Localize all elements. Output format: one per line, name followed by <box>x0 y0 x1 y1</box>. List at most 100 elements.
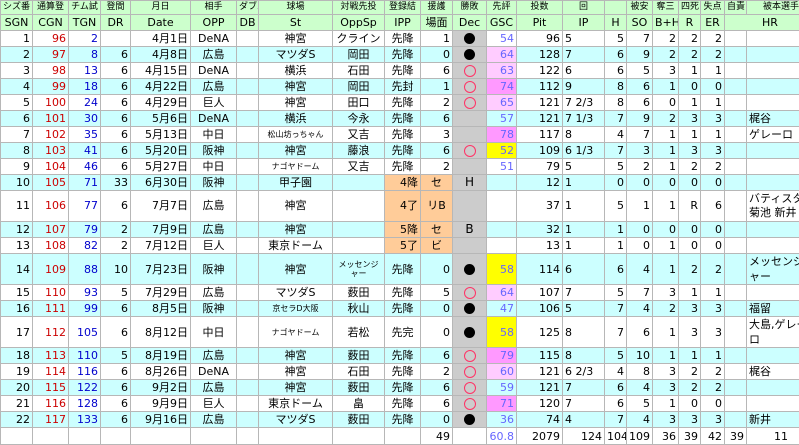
cell-date: 7月9日 <box>131 222 191 238</box>
cell-blank <box>725 175 747 191</box>
cell-dr: 6 <box>101 95 131 111</box>
cell-oppsp <box>333 238 385 254</box>
cell-h: 5 <box>605 159 627 175</box>
header-top-cell: 相手 <box>191 1 237 15</box>
header-cell: H <box>605 15 627 31</box>
header-top-cell: 勝敗 <box>453 1 487 15</box>
cell-dr: 6 <box>101 317 131 348</box>
cell-sgn: 16 <box>1 301 33 317</box>
cell-pit: 125 <box>517 317 563 348</box>
cell-st: 甲子園 <box>259 175 333 191</box>
cell-tgn: 93 <box>69 285 101 301</box>
cell-cgn: 110 <box>33 285 69 301</box>
cell-pit: 115 <box>517 348 563 364</box>
cell-sgn: 21 <box>1 396 33 412</box>
cell-dr: 6 <box>101 127 131 143</box>
cell-oppsp: 又吉 <box>333 159 385 175</box>
cell-tgn: 24 <box>69 95 101 111</box>
cell-bh: 2 <box>653 47 679 63</box>
cell-ipp: 先降 <box>385 301 421 317</box>
cell-sgn: 18 <box>1 348 33 364</box>
cell-er: 2 <box>701 31 725 47</box>
cell-ba: 2 <box>421 159 453 175</box>
cell-sgn: 3 <box>1 63 33 79</box>
cell-h: 1 <box>605 222 627 238</box>
cell-opp: 広島 <box>191 412 237 428</box>
cell-opp: 広島 <box>191 348 237 364</box>
cell-ba: ビ <box>421 238 453 254</box>
cell-opp: 巨人 <box>191 396 237 412</box>
cell-r: 3 <box>679 317 701 348</box>
cell-hr: 新井 <box>747 412 799 428</box>
cell-sgn: 7 <box>1 127 33 143</box>
cell-st: 神宮 <box>259 380 333 396</box>
loss-dot-icon <box>464 327 475 338</box>
cell-tgn: 71 <box>69 175 101 191</box>
cell-sgn: 2 <box>1 47 33 63</box>
cell-oppsp: 石田 <box>333 63 385 79</box>
cell-so: 6 <box>627 317 653 348</box>
cell-cgn: 115 <box>33 380 69 396</box>
cell-db <box>237 254 259 285</box>
cell-gsc: 59 <box>487 380 517 396</box>
cell-hr <box>747 238 799 254</box>
cell-date: 5月20日 <box>131 143 191 159</box>
cell-cgn: 99 <box>33 79 69 95</box>
loss-dot-icon <box>464 49 475 60</box>
cell-ipp: 先降 <box>385 63 421 79</box>
header-top-cell: 通算登 <box>33 1 69 15</box>
total-cell: 2079 <box>517 428 563 445</box>
header-cell: IPP <box>385 15 421 31</box>
loss-dot-icon <box>464 264 475 275</box>
cell-sgn: 4 <box>1 79 33 95</box>
cell-cgn: 96 <box>33 31 69 47</box>
total-cell <box>131 428 191 445</box>
cell-er: 1 <box>701 285 725 301</box>
cell-opp: DeNA <box>191 63 237 79</box>
cell-date: 7月12日 <box>131 238 191 254</box>
cell-hr <box>747 222 799 238</box>
decision-cell <box>453 191 487 222</box>
cell-er: 0 <box>701 175 725 191</box>
cell-cgn: 106 <box>33 191 69 222</box>
cell-date: 4月8日 <box>131 47 191 63</box>
cell-blank <box>725 380 747 396</box>
cell-dr: 6 <box>101 364 131 380</box>
cell-ipp: 先降 <box>385 159 421 175</box>
cell-opp: 広島 <box>191 222 237 238</box>
cell-r: 2 <box>679 380 701 396</box>
cell-bh: 1 <box>653 191 679 222</box>
cell-r: 1 <box>679 348 701 364</box>
cell-blank <box>725 95 747 111</box>
total-cell <box>1 428 33 445</box>
cell-cgn: 107 <box>33 222 69 238</box>
cell-bh: 2 <box>653 31 679 47</box>
cell-hr <box>747 159 799 175</box>
cell-ipp: 先降 <box>385 143 421 159</box>
cell-so: 9 <box>627 111 653 127</box>
cell-r: 0 <box>679 238 701 254</box>
cell-so: 1 <box>627 191 653 222</box>
cell-r: 2 <box>679 254 701 285</box>
cell-pit: 121 <box>517 95 563 111</box>
cell-db <box>237 127 259 143</box>
cell-ba: 6 <box>421 348 453 364</box>
cell-opp: 阪神 <box>191 175 237 191</box>
cell-sgn: 13 <box>1 238 33 254</box>
cell-r: 1 <box>679 127 701 143</box>
cell-h: 7 <box>605 412 627 428</box>
cell-er: 1 <box>701 63 725 79</box>
cell-date: 5月6日 <box>131 111 191 127</box>
cell-ip: 7 <box>563 396 605 412</box>
cell-bh: 1 <box>653 238 679 254</box>
cell-er: 2 <box>701 47 725 63</box>
cell-opp: 広島 <box>191 47 237 63</box>
cell-dr: 6 <box>101 159 131 175</box>
cell-date: 8月19日 <box>131 348 191 364</box>
cell-hr <box>747 31 799 47</box>
cell-bh: 1 <box>653 79 679 95</box>
cell-hr <box>747 95 799 111</box>
decision-cell <box>453 31 487 47</box>
cell-ipp: 先降 <box>385 111 421 127</box>
table-row: 161119968月5日阪神京セラD大阪秋山先降047106574233福留 <box>1 301 799 317</box>
